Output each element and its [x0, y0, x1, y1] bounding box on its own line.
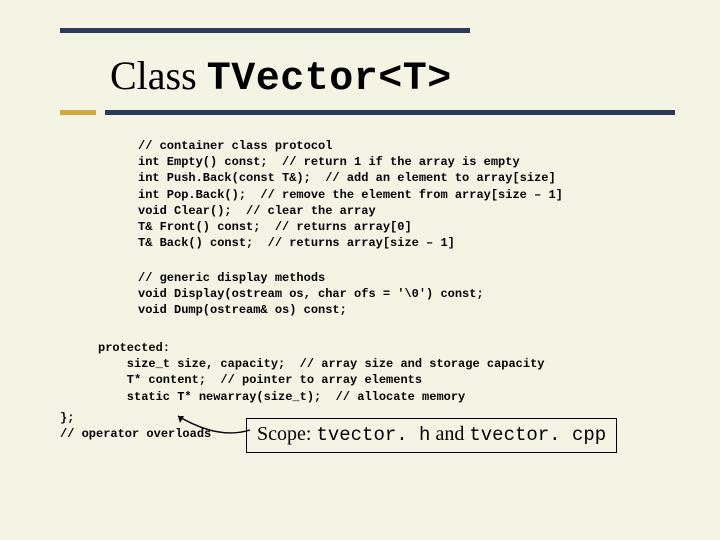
code-display-methods: // generic display methods void Display(… [138, 270, 484, 319]
code-container-protocol: // container class protocol int Empty() … [138, 138, 563, 251]
scope-joiner: and [430, 423, 469, 445]
code-closing: }; // operator overloads [60, 410, 211, 442]
decor-bar-mid [105, 110, 675, 115]
decor-bar-accent [60, 110, 96, 115]
scope-file-header: tvector. h [316, 424, 430, 446]
decor-bar-top [60, 28, 470, 33]
scope-file-impl: tvector. cpp [469, 424, 606, 446]
scope-callout: Scope: tvector. h and tvector. cpp [246, 418, 617, 453]
code-protected-section: protected: size_t size, capacity; // arr… [98, 340, 544, 405]
slide-title: Class TVector<T> [110, 52, 452, 102]
title-classname: TVector<T> [207, 57, 452, 102]
title-prefix: Class [110, 53, 207, 98]
scope-label: Scope: [257, 423, 316, 445]
